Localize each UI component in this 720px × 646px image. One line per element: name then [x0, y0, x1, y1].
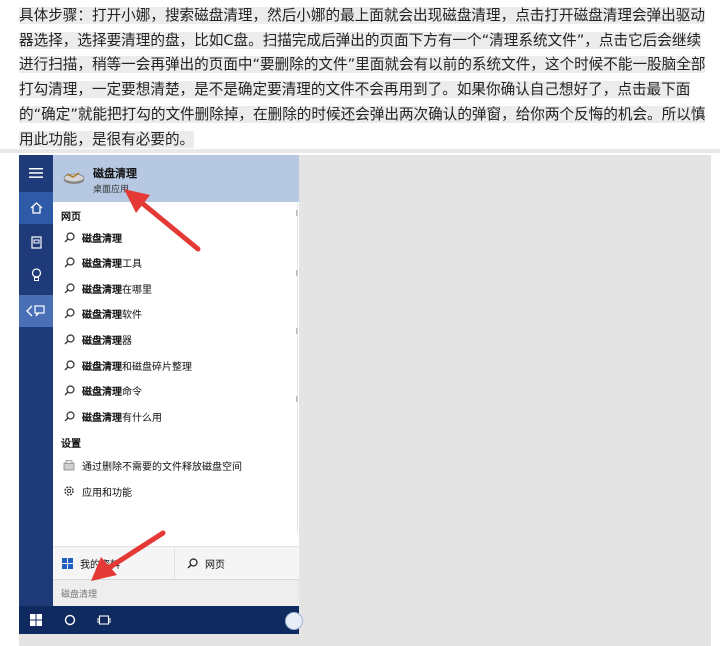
- scrollbar-ticks[interactable]: [295, 210, 299, 410]
- web-result-bold: 磁盘清理: [82, 284, 122, 296]
- edge-icon[interactable]: [285, 612, 303, 630]
- settings-result-free-space[interactable]: 通过删除不需要的文件释放磁盘空间: [53, 453, 299, 477]
- web-result-item[interactable]: 磁盘清理软件: [53, 302, 299, 326]
- task-view-icon: [97, 614, 111, 625]
- web-result-rest: 有什么用: [122, 412, 162, 424]
- cortana-button[interactable]: [55, 606, 85, 634]
- search-icon: [62, 231, 76, 243]
- web-result-bold: 磁盘清理: [82, 412, 122, 424]
- web-result-bold: 磁盘清理: [82, 387, 122, 399]
- search-results-panel: 磁盘清理 桌面应用 网页 磁盘清理 磁盘清理工具 磁盘清理在哪里 磁盘清理软件 磁盘清理…: [53, 155, 299, 607]
- search-icon: [62, 308, 76, 319]
- web-result-bold: 磁盘清理: [82, 361, 122, 373]
- web-section-label: 网页: [61, 212, 81, 223]
- search-icon: [62, 359, 76, 371]
- start-menu: 磁盘清理 桌面应用 网页 磁盘清理 磁盘清理工具 磁盘清理在哪里 磁盘清理软件 磁盘清理…: [19, 155, 299, 607]
- settings-section-label: 设置: [61, 439, 81, 450]
- divider: [0, 149, 720, 153]
- lightbulb-icon[interactable]: [19, 259, 53, 291]
- disk-cleanup-icon: [63, 172, 85, 184]
- search-icon: [62, 411, 76, 422]
- web-result-rest: 工具: [122, 259, 142, 271]
- web-result-rest: 命令: [122, 387, 142, 399]
- web-result-item[interactable]: 磁盘清理器: [53, 327, 299, 351]
- web-result-bold: 磁盘清理: [82, 310, 122, 322]
- web-result-item[interactable]: 磁盘清理在哪里: [53, 276, 299, 300]
- home-icon[interactable]: [19, 192, 53, 224]
- windows-icon: [62, 557, 73, 569]
- search-icon: [62, 257, 76, 268]
- task-view-button[interactable]: [89, 606, 119, 634]
- search-icon: [62, 385, 76, 396]
- article: 具体步骤：打开小娜，搜索磁盘清理，然后小娜的最上面就会出现磁盘清理，点击打开磁盘…: [0, 0, 720, 151]
- web-result-rest: 器: [122, 335, 132, 347]
- web-result-item[interactable]: 磁盘清理有什么用: [53, 404, 299, 428]
- cleanup-settings-icon: [62, 459, 76, 471]
- web-result-item[interactable]: 磁盘清理: [53, 225, 299, 249]
- hamburger-icon[interactable]: [19, 157, 53, 189]
- search-icon: [62, 334, 76, 345]
- web-result-bold: 磁盘清理: [82, 259, 122, 271]
- taskbar: [19, 606, 303, 634]
- screenshot: 磁盘清理 桌面应用 网页 磁盘清理 磁盘清理工具 磁盘清理在哪里 磁盘清理软件 磁盘清理…: [19, 155, 711, 646]
- web-result-bold: 磁盘清理: [82, 233, 122, 245]
- best-match-result[interactable]: 磁盘清理 桌面应用: [53, 155, 299, 202]
- web-result-item[interactable]: 磁盘清理命令: [53, 379, 299, 403]
- web-result-rest: 在哪里: [122, 284, 152, 296]
- settings-result-apps-features[interactable]: 应用和功能: [53, 479, 299, 503]
- gear-icon: [62, 485, 76, 497]
- web-result-bold: 磁盘清理: [82, 335, 122, 347]
- article-paragraph: 具体步骤：打开小娜，搜索磁盘清理，然后小娜的最上面就会出现磁盘清理，点击打开磁盘…: [19, 7, 706, 148]
- search-scope-tabs: 我的资料 网页: [53, 546, 299, 579]
- search-input-value: 磁盘清理: [61, 590, 98, 600]
- search-icon: [62, 283, 76, 294]
- feedback-icon[interactable]: [19, 295, 53, 327]
- web-result-rest: 和磁盘碎片整理: [122, 361, 192, 373]
- notebook-icon[interactable]: [19, 226, 53, 258]
- tab-web[interactable]: 网页: [175, 547, 299, 579]
- start-button[interactable]: [21, 606, 51, 634]
- web-result-item[interactable]: 磁盘清理和磁盘碎片整理: [53, 353, 299, 377]
- cortana-circle-icon: [64, 614, 76, 626]
- tab-my-stuff[interactable]: 我的资料: [53, 547, 175, 579]
- start-rail: [19, 155, 53, 606]
- search-icon: [187, 557, 198, 569]
- windows-logo-icon: [30, 614, 42, 626]
- web-result-rest: 软件: [122, 310, 142, 322]
- search-input[interactable]: 磁盘清理: [53, 579, 299, 607]
- best-match-subtitle: 桌面应用: [93, 185, 130, 195]
- web-result-item[interactable]: 磁盘清理工具: [53, 251, 299, 275]
- best-match-title: 磁盘清理: [93, 167, 137, 180]
